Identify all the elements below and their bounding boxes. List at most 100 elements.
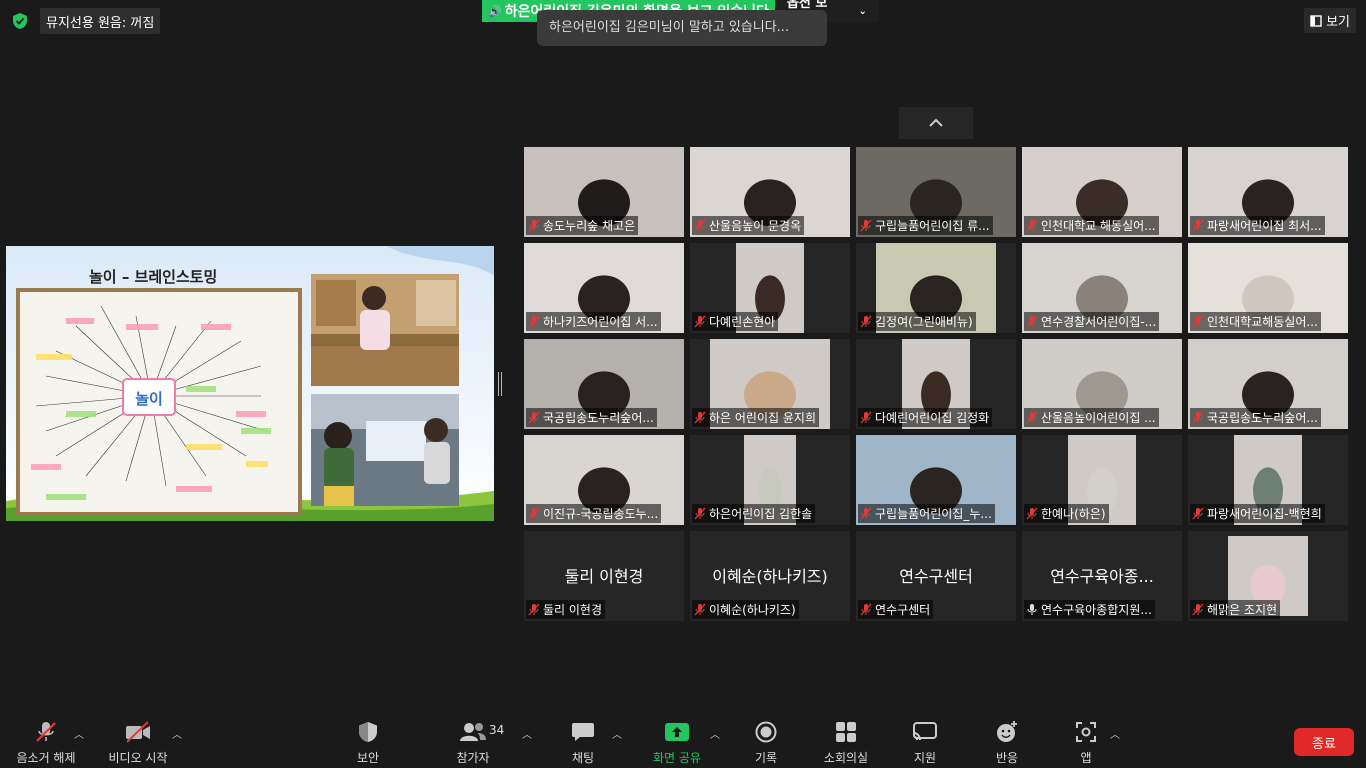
breakout-rooms-label: 소회의실 [823,751,869,765]
participant-name: 이진규-국공립송도누... [543,507,659,521]
participant-tile[interactable]: 연수구센터 연수구센터 [856,531,1016,621]
participant-name-label: 송도누리숲 채고은 [526,216,639,235]
participant-display-name: 연수구육아종... [1050,567,1154,586]
participant-tile[interactable]: 하은 어린이집 윤지희 [690,339,850,429]
participant-tile[interactable]: 한예나(하은) [1022,435,1182,525]
microphone-muted-icon [694,507,706,520]
participant-name-label: 국공립송도누리숲어... [526,408,657,427]
microphone-muted-icon [1192,411,1204,424]
microphone-muted-icon [1026,507,1038,520]
participant-tile[interactable]: 산울음높이어린이집 ... [1022,339,1182,429]
microphone-muted-icon [1192,507,1204,520]
start-video-label: 비디오 시작 [108,751,168,765]
participant-name: 김정여(그린애비뉴) [875,315,973,329]
participant-name: 파랑새어린이집 최서... [1207,219,1322,233]
scroll-up-button[interactable] [899,107,973,139]
splitter-handle[interactable] [498,372,502,396]
participants-label: 참가자 [456,751,490,765]
participant-tile[interactable]: 국공립송도누리숲어... [1188,339,1348,429]
participant-tile[interactable]: 구립늘품어린이집 류... [856,147,1016,237]
shield-icon[interactable] [12,12,28,30]
participant-tile[interactable]: 해맑은 조지현 [1188,531,1348,621]
participant-name-label: 둘리 이현경 [526,600,606,619]
speaker-icon: 🔊 [488,4,502,18]
participant-tile[interactable]: 하나키즈어린이집 서... [524,243,684,333]
participant-name-label: 파랑새어린이집 최서... [1190,216,1325,235]
microphone-muted-icon [1026,411,1038,424]
participant-tile[interactable]: 파랑새어린이집-백현희 [1188,435,1348,525]
participant-display-name: 둘리 이현경 [564,567,644,586]
microphone-muted-icon [528,219,540,232]
participant-name: 구립늘품어린이집 류... [875,219,990,233]
view-button[interactable]: 보기 [1304,8,1356,33]
participant-name-label: 한예나(하은) [1024,504,1109,523]
microphone-muted-icon [1026,219,1038,232]
center-word: 놀이 [135,390,163,408]
shield-icon [359,722,377,742]
participant-tile[interactable]: 국공립송도누리숲어... [524,339,684,429]
microphone-muted-icon [694,315,706,328]
microphone-muted-icon [860,315,872,328]
participant-tile[interactable]: 구립늘품어린이집_누... [856,435,1016,525]
participant-tile[interactable]: 산울음높이 문경옥 [690,147,850,237]
active-speaker-tooltip: 하은어린이집 김은미님이 말하고 있습니다... [537,10,827,46]
share-options-caret[interactable]: ︿ [710,726,720,741]
participant-tile[interactable]: 인천대학교해동실어... [1188,243,1348,333]
chevron-up-icon [929,118,943,127]
video-options-caret[interactable]: ︿ [172,726,182,741]
support-button[interactable]: 지원 [910,720,940,766]
participant-name-label: 구립늘품어린이집_누... [858,504,995,523]
participant-tile[interactable]: 인천대학교 해동실어... [1022,147,1182,237]
share-screen-icon [665,723,689,741]
security-button[interactable]: 보안 [348,720,388,766]
participants-button[interactable]: 참가자 [452,720,494,766]
participant-name: 해맑은 조지현 [1207,603,1278,617]
record-label: 기록 [754,751,778,765]
microphone-icon [1027,604,1037,615]
apps-button[interactable]: 앱 [1074,720,1098,766]
participant-name: 파랑새어린이집-백현희 [1207,507,1322,521]
chat-label: 채팅 [571,751,595,765]
microphone-muted-icon [860,219,872,232]
view-label: 보기 [1326,15,1350,30]
participant-name-label: 인천대학교해동실어... [1190,312,1321,331]
participant-tile[interactable]: 다예린어린이집 김정화 [856,339,1016,429]
breakout-rooms-button[interactable]: 소회의실 [820,720,872,766]
apps-options-caret[interactable]: ︿ [1110,726,1120,741]
shared-screen[interactable]: 놀이 놀이 – 브레인스토밍 [6,246,494,521]
participant-tile[interactable]: 송도누리숲 채고은 [524,147,684,237]
participant-tile[interactable]: 연수구육아종... 연수구육아종합지원... [1022,531,1182,621]
participant-tile[interactable]: 김정여(그린애비뉴) [856,243,1016,333]
chat-options-caret[interactable]: ︿ [612,726,622,741]
participant-tile[interactable]: 둘리 이현경 둘리 이현경 [524,531,684,621]
microphone-muted-icon [1192,603,1204,616]
chat-button[interactable]: 채팅 [568,720,598,766]
reactions-button[interactable]: 반응 [992,720,1022,766]
participant-tile[interactable]: 파랑새어린이집 최서... [1188,147,1348,237]
participant-tile[interactable]: 연수경찰서어린이집-... [1022,243,1182,333]
participant-name: 송도누리숲 채고은 [543,219,636,233]
share-screen-button[interactable]: 화면 공유 [650,720,704,766]
record-button[interactable]: 기록 [752,720,780,766]
participant-name-label: 연수경찰서어린이집-... [1024,312,1160,331]
video-off-icon [126,721,150,743]
participants-icon [460,723,486,741]
end-meeting-button[interactable]: 종료 [1294,728,1354,756]
microphone-muted-icon [860,603,872,616]
participant-name: 산울음높이 문경옥 [709,219,802,233]
participant-tile[interactable]: 이혜순(하나키즈) 이혜순(하나키즈) [690,531,850,621]
participant-display-name: 이혜순(하나키즈) [712,567,828,586]
participant-tile[interactable]: 이진규-국공립송도누... [524,435,684,525]
participant-tile[interactable]: 다예린손현아 [690,243,850,333]
participant-name-label: 하나키즈어린이집 서... [526,312,661,331]
participant-name: 국공립송도누리숲어... [543,411,654,425]
participant-tile[interactable]: 하은어린이집 김한솔 [690,435,850,525]
unmute-button[interactable]: 음소거 해제 [14,720,78,766]
start-video-button[interactable]: 비디오 시작 [106,720,170,766]
original-sound-badge[interactable]: 뮤지선용 원음: 꺼짐 [40,8,161,34]
support-icon [913,722,937,741]
audio-options-caret[interactable]: ︿ [74,726,84,741]
participants-options-caret[interactable]: ︿ [522,726,532,741]
participant-name-label: 해맑은 조지현 [1190,600,1281,619]
microphone-muted-icon [1026,315,1038,328]
